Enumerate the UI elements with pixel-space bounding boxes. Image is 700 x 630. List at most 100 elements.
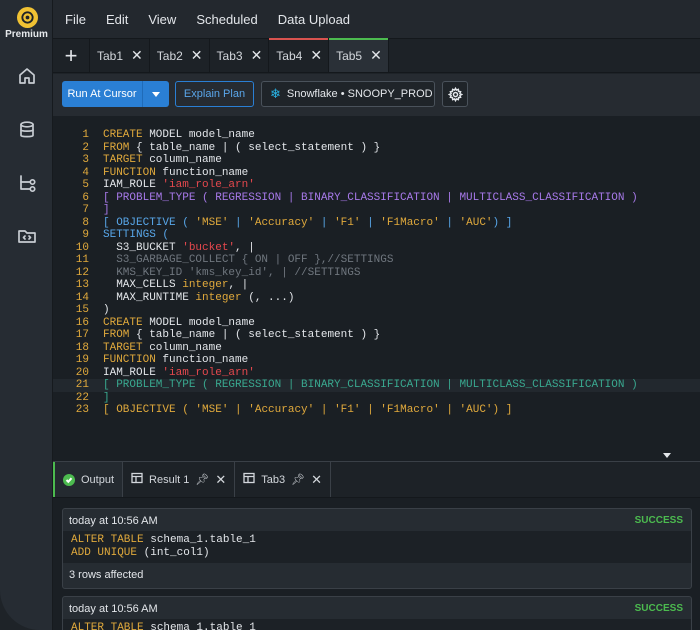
code-line[interactable]: 19 FUNCTION function_name — [53, 354, 700, 367]
code-line[interactable]: 8 [ OBJECTIVE ( 'MSE' | 'Accuracy' | 'F1'… — [53, 217, 700, 230]
add-tab-button[interactable]: + — [53, 39, 90, 72]
code-line[interactable]: 23 [ OBJECTIVE ( 'MSE' | 'Accuracy' | 'F1… — [53, 404, 700, 417]
menu-file[interactable]: File — [65, 12, 86, 27]
close-icon[interactable]: ✕ — [251, 47, 263, 64]
menu-edit[interactable]: Edit — [106, 12, 128, 27]
code-line[interactable]: 9 SETTINGS ( — [53, 229, 700, 242]
code-line[interactable]: 21 [ PROBLEM_TYPE ( REGRESSION | BINARY_C… — [53, 379, 700, 392]
code-text: KMS_KEY_ID 'kms_key_id', | //SETTINGS — [103, 266, 361, 279]
line-number: 16 — [75, 316, 89, 329]
code-line[interactable]: 11 S3_GARBAGE_COLLECT { ON | OFF },//SET… — [53, 254, 700, 267]
line-number: 12 — [75, 266, 89, 279]
code-text: ] — [103, 391, 110, 404]
close-icon[interactable]: ✕ — [311, 472, 322, 488]
tab-result-1[interactable]: Result 1 📌︎ ✕ — [123, 462, 236, 497]
toolbar: Run At Cursor Explain Plan ❄ Snowflake •… — [53, 74, 700, 116]
connection-selector[interactable]: ❄ Snowflake • SNOOPY_PROD — [261, 81, 435, 107]
code-line[interactable]: 1 CREATE MODEL model_name — [53, 129, 700, 142]
folder-icon[interactable] — [16, 225, 38, 247]
tab-output[interactable]: Output — [53, 462, 124, 497]
status-badge: SUCCESS — [634, 515, 683, 526]
tab-1[interactable]: Tab1 ✕ — [90, 39, 150, 72]
logo-icon[interactable] — [17, 7, 38, 28]
tab-5[interactable]: Tab5 ✕ — [329, 38, 389, 72]
line-number: 1 — [82, 129, 89, 141]
rows-affected: 3 rows affected — [69, 569, 144, 581]
line-number: 2 — [82, 141, 89, 154]
code-text: CREATE MODEL model_name — [103, 129, 255, 141]
premium-label: Premium — [5, 29, 48, 40]
code-text: MAX_CELLS integer, | — [103, 279, 249, 291]
code-line[interactable]: 14 MAX_RUNTIME integer (, ...) — [53, 292, 700, 305]
collapse-icon[interactable] — [663, 453, 671, 458]
connection-label: Snowflake • SNOOPY_PROD — [286, 88, 433, 100]
panel-splitter[interactable] — [53, 448, 700, 462]
code-text: CREATE MODEL model_name — [103, 316, 255, 329]
code-line[interactable]: 13 MAX_CELLS integer, | — [53, 279, 700, 292]
code-line[interactable]: 16 CREATE MODEL model_name — [53, 317, 700, 330]
line-number: 17 — [75, 329, 89, 341]
database-icon[interactable] — [16, 119, 38, 141]
tab-label: Result 1 — [149, 473, 190, 486]
line-number: 19 — [75, 354, 89, 366]
tab-label: Tab2 — [156, 48, 183, 63]
code-text: FROM { table_name | ( select_statement )… — [103, 329, 381, 341]
code-line[interactable]: 2 FROM { table_name | ( select_statement … — [53, 142, 700, 155]
close-icon[interactable]: ✕ — [310, 47, 322, 64]
code-line[interactable]: 17 FROM { table_name | ( select_statement… — [53, 329, 700, 342]
code-line[interactable]: 4 FUNCTION function_name — [53, 167, 700, 180]
close-icon[interactable]: ✕ — [370, 47, 382, 64]
code-text: [ PROBLEM_TYPE ( REGRESSION | BINARY_CLA… — [103, 191, 638, 204]
status-badge: SUCCESS — [634, 603, 683, 614]
tab-result-tab3[interactable]: Tab3 📌︎ ✕ — [235, 462, 331, 497]
close-icon[interactable]: ✕ — [191, 47, 203, 64]
code-line[interactable]: 12 KMS_KEY_ID 'kms_key_id', | //SETTINGS — [53, 267, 700, 280]
code-line[interactable]: 6 [ PROBLEM_TYPE ( REGRESSION | BINARY_CL… — [53, 192, 700, 205]
run-options-dropdown[interactable] — [143, 81, 169, 107]
chevron-down-icon — [152, 91, 160, 97]
code-line[interactable]: 18 TARGET column_name — [53, 342, 700, 355]
code-line[interactable]: 10 S3_BUCKET 'bucket', | — [53, 242, 700, 255]
code-text: TARGET column_name — [103, 154, 222, 166]
output-panel: today at 10:56 AM SUCCESS ALTER TABLE sc… — [53, 498, 700, 630]
tab-label: Output — [81, 473, 115, 486]
schema-icon[interactable] — [16, 172, 38, 194]
explain-plan-button[interactable]: Explain Plan — [175, 81, 254, 107]
pin-icon[interactable]: 📌︎ — [195, 473, 209, 486]
code-line[interactable]: 5 IAM_ROLE 'iam_role_arn' — [53, 179, 700, 192]
result-query: ALTER TABLE schema_1.table_1 ADD UNIQUE (… — [63, 531, 691, 563]
code-line[interactable]: 15) — [53, 304, 700, 317]
grid-icon — [243, 472, 255, 487]
line-number: 20 — [75, 366, 89, 379]
code-line[interactable]: 3 TARGET column_name — [53, 154, 700, 167]
menu-view[interactable]: View — [148, 12, 176, 27]
tab-4[interactable]: Tab4 ✕ — [269, 38, 330, 72]
tab-2[interactable]: Tab2 ✕ — [150, 39, 210, 72]
line-number: 5 — [82, 179, 89, 191]
home-icon[interactable] — [16, 65, 38, 87]
line-number: 22 — [75, 391, 89, 404]
line-number: 13 — [75, 279, 89, 291]
code-text: [ PROBLEM_TYPE ( REGRESSION | BINARY_CLA… — [103, 379, 638, 391]
code-text: IAM_ROLE 'iam_role_arn' — [103, 179, 255, 191]
code-line[interactable]: 22] — [53, 392, 700, 405]
line-number: 14 — [75, 291, 89, 304]
tab-3[interactable]: Tab3 ✕ — [210, 39, 270, 72]
result-timestamp: today at 10:56 AM — [69, 603, 158, 615]
menu-data-upload[interactable]: Data Upload — [278, 12, 350, 27]
close-icon[interactable]: ✕ — [131, 47, 143, 64]
gear-icon — [447, 86, 463, 102]
settings-button[interactable] — [442, 81, 468, 107]
sql-editor[interactable]: 1 CREATE MODEL model_name 2 FROM { table_na… — [53, 116, 700, 448]
line-number: 23 — [75, 404, 89, 416]
run-at-cursor-button[interactable]: Run At Cursor — [62, 81, 169, 107]
code-text: FUNCTION function_name — [103, 166, 249, 179]
code-text: ] — [103, 204, 110, 216]
query-line: ADD UNIQUE (int_col1) — [71, 547, 210, 559]
pin-icon[interactable]: 📌︎ — [291, 473, 305, 486]
query-line: ALTER TABLE schema_1.table_1 — [71, 534, 256, 546]
code-line[interactable]: 20 IAM_ROLE 'iam_role_arn' — [53, 367, 700, 380]
close-icon[interactable]: ✕ — [215, 472, 226, 488]
menu-scheduled[interactable]: Scheduled — [196, 12, 257, 27]
code-line[interactable]: 7] — [53, 204, 700, 217]
